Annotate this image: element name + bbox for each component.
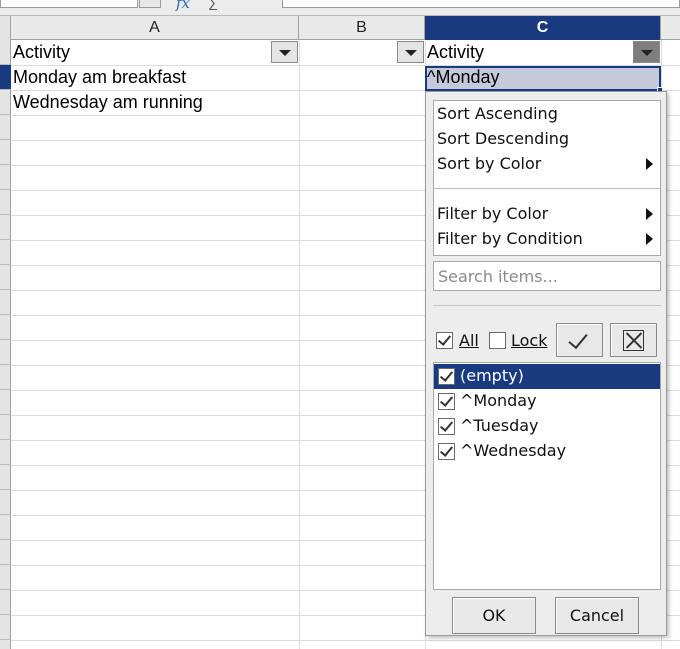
autofilter-menu: Sort Ascending Sort Descending Sort by C… bbox=[433, 100, 661, 256]
formula-input[interactable] bbox=[282, 0, 680, 8]
deselect-all-items-button[interactable] bbox=[610, 323, 657, 357]
name-box[interactable] bbox=[0, 0, 138, 8]
column-header-c[interactable]: C bbox=[425, 16, 661, 40]
row-header[interactable] bbox=[0, 365, 11, 390]
sum-icon[interactable]: ∑ bbox=[208, 0, 218, 10]
item-checkbox[interactable] bbox=[438, 418, 455, 435]
row-header[interactable] bbox=[0, 515, 11, 540]
cancel-button[interactable]: Cancel bbox=[555, 597, 639, 634]
row-header[interactable] bbox=[0, 615, 11, 640]
all-checkbox[interactable] bbox=[436, 332, 453, 349]
lock-label-text: Lock bbox=[511, 331, 548, 350]
column-header-a[interactable]: A bbox=[11, 16, 299, 40]
close-box-icon bbox=[623, 330, 644, 351]
item-label: ^Tuesday bbox=[460, 416, 539, 435]
row-header[interactable] bbox=[0, 165, 11, 190]
row-header[interactable] bbox=[0, 40, 11, 65]
menu-item-sort-descending[interactable]: Sort Descending bbox=[437, 126, 659, 151]
menu-item-label: Sort Ascending bbox=[437, 104, 558, 123]
row-divider bbox=[11, 640, 680, 641]
all-label-text: All bbox=[459, 331, 479, 350]
filter-values-list[interactable]: (empty) ^Monday ^Tuesday ^Wednesday bbox=[433, 362, 661, 590]
menu-item-label: Filter by Color bbox=[437, 204, 549, 223]
lock-checkbox[interactable] bbox=[489, 332, 506, 349]
row-header[interactable] bbox=[0, 315, 11, 340]
list-item[interactable]: ^Wednesday bbox=[434, 439, 660, 464]
row-header[interactable] bbox=[0, 265, 11, 290]
column-header-b[interactable]: B bbox=[299, 16, 425, 40]
select-all-corner[interactable] bbox=[0, 16, 11, 40]
list-item[interactable]: ^Monday bbox=[434, 389, 660, 414]
item-checkbox[interactable] bbox=[438, 393, 455, 410]
row-header[interactable] bbox=[0, 215, 11, 240]
name-box-dropdown-button[interactable] bbox=[139, 0, 161, 8]
cell-c1[interactable]: Activity bbox=[427, 40, 484, 65]
autofilter-button-b[interactable] bbox=[397, 41, 424, 63]
submenu-arrow-icon bbox=[646, 233, 653, 245]
menu-item-sort-by-color[interactable]: Sort by Color bbox=[437, 151, 659, 176]
row-header-selected[interactable] bbox=[0, 65, 11, 90]
row-header[interactable] bbox=[0, 290, 11, 315]
item-label: (empty) bbox=[460, 366, 524, 385]
formula-bar: fx ∑ bbox=[0, 0, 680, 16]
menu-item-filter-by-color[interactable]: Filter by Color bbox=[437, 201, 659, 226]
row-header[interactable] bbox=[0, 140, 11, 165]
list-item[interactable]: (empty) bbox=[434, 364, 660, 389]
menu-item-label: Sort by Color bbox=[437, 154, 542, 173]
row-header[interactable] bbox=[0, 490, 11, 515]
item-checkbox[interactable] bbox=[438, 368, 455, 385]
all-label: All bbox=[459, 331, 479, 351]
item-label: ^Monday bbox=[460, 391, 537, 410]
autofilter-button-c[interactable] bbox=[633, 41, 660, 63]
column-divider bbox=[299, 40, 300, 649]
row-header[interactable] bbox=[0, 415, 11, 440]
row-header[interactable] bbox=[0, 190, 11, 215]
cell-a1[interactable]: Activity bbox=[13, 40, 70, 65]
row-header[interactable] bbox=[0, 390, 11, 415]
lock-label: Lock bbox=[511, 331, 547, 351]
menu-item-sort-ascending[interactable]: Sort Ascending bbox=[437, 101, 659, 126]
menu-item-label: Sort Descending bbox=[437, 129, 570, 148]
list-item[interactable]: ^Tuesday bbox=[434, 414, 660, 439]
ok-button[interactable]: OK bbox=[452, 597, 536, 634]
autofilter-popup: Sort Ascending Sort Descending Sort by C… bbox=[425, 91, 667, 636]
search-items-input[interactable] bbox=[433, 261, 661, 291]
row-header[interactable] bbox=[0, 90, 11, 115]
row-header[interactable] bbox=[0, 240, 11, 265]
column-header-row: A B C bbox=[0, 16, 680, 40]
select-all-items-button[interactable] bbox=[556, 323, 603, 357]
autofilter-button-a[interactable] bbox=[271, 41, 298, 63]
row-header[interactable] bbox=[0, 340, 11, 365]
submenu-arrow-icon bbox=[646, 208, 653, 220]
row-header-column bbox=[0, 40, 11, 649]
menu-item-filter-by-condition[interactable]: Filter by Condition bbox=[437, 226, 659, 251]
row-header[interactable] bbox=[0, 440, 11, 465]
menu-item-label: Filter by Condition bbox=[437, 229, 583, 248]
function-wizard-icon[interactable]: fx bbox=[176, 0, 190, 12]
item-checkbox[interactable] bbox=[438, 443, 455, 460]
row-header[interactable] bbox=[0, 590, 11, 615]
row-header[interactable] bbox=[0, 565, 11, 590]
checkmark-icon bbox=[568, 328, 588, 350]
row-header[interactable] bbox=[0, 540, 11, 565]
menu-separator bbox=[434, 188, 660, 189]
popup-separator bbox=[433, 305, 661, 306]
cell-a2[interactable]: Monday am breakfast bbox=[13, 65, 186, 90]
row-header[interactable] bbox=[0, 115, 11, 140]
cell-c2[interactable]: ^Monday bbox=[427, 65, 499, 90]
row-header[interactable] bbox=[0, 465, 11, 490]
submenu-arrow-icon bbox=[646, 158, 653, 170]
item-label: ^Wednesday bbox=[460, 441, 567, 460]
cell-a3[interactable]: Wednesday am running bbox=[13, 90, 203, 115]
